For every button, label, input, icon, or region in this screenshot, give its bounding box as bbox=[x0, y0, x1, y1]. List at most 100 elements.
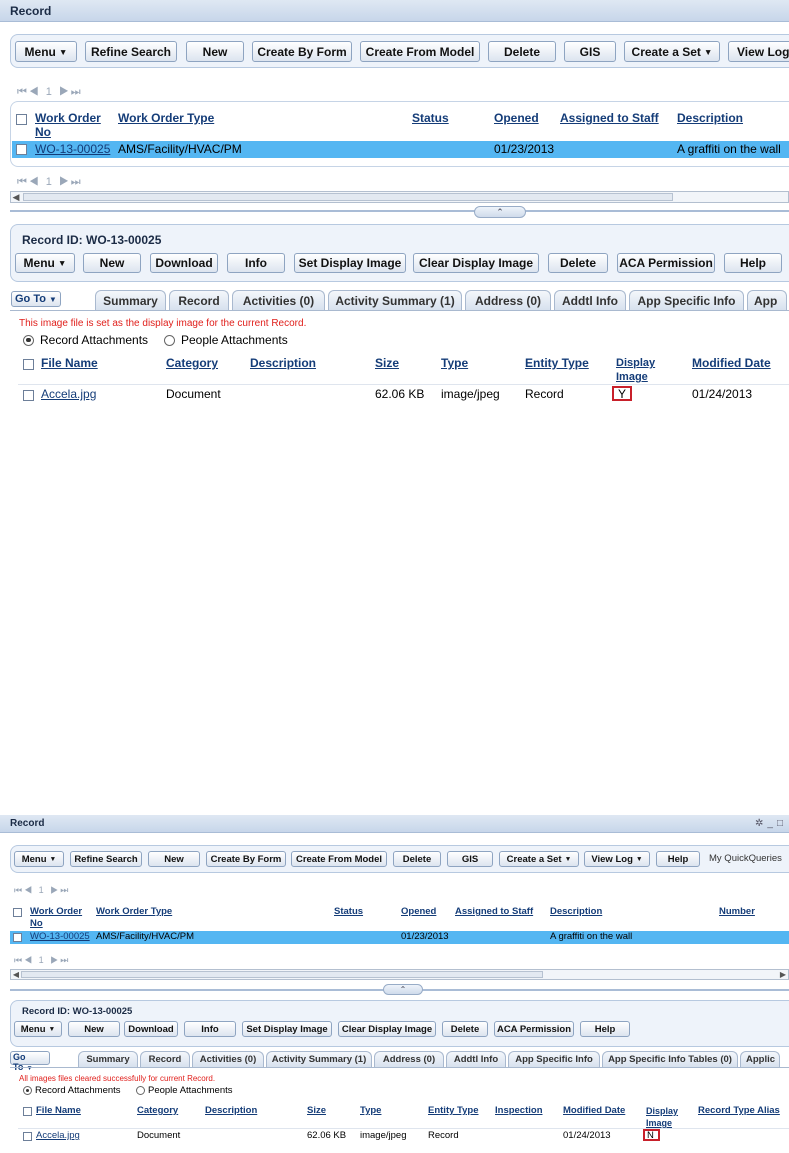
col-description[interactable]: Description bbox=[250, 356, 316, 370]
download-button[interactable]: Download bbox=[124, 1021, 178, 1037]
col-status[interactable]: Status bbox=[334, 906, 363, 917]
first-page-icon[interactable]: ⏮ bbox=[17, 176, 29, 188]
tab-address[interactable]: Address (0) bbox=[374, 1051, 444, 1067]
col-description[interactable]: Description bbox=[550, 906, 602, 917]
tab-activity-summary[interactable]: Activity Summary (1) bbox=[328, 290, 462, 310]
prev-page-icon[interactable]: ◀ bbox=[24, 955, 34, 965]
create-a-set-button[interactable]: Create a Set ▼ bbox=[499, 851, 579, 867]
col-status[interactable]: Status bbox=[412, 111, 449, 125]
create-from-model-button[interactable]: Create From Model bbox=[360, 41, 480, 62]
next-page-icon[interactable]: ▶ bbox=[59, 86, 71, 98]
col-category[interactable]: Category bbox=[166, 356, 218, 370]
new-button[interactable]: New bbox=[83, 253, 141, 273]
col-entity-type[interactable]: Entity Type bbox=[428, 1105, 479, 1116]
scroll-right-icon[interactable]: ▶ bbox=[778, 970, 788, 979]
tab-activities[interactable]: Activities (0) bbox=[232, 290, 325, 310]
tab-record[interactable]: Record bbox=[169, 290, 229, 310]
delete-button[interactable]: Delete bbox=[442, 1021, 488, 1037]
last-page-icon[interactable]: ⏭ bbox=[60, 955, 70, 965]
col-work-order-type[interactable]: Work Order Type bbox=[118, 111, 214, 125]
menu-button[interactable]: Menu ▼ bbox=[15, 253, 75, 273]
col-type[interactable]: Type bbox=[360, 1105, 381, 1116]
menu-button[interactable]: Menu ▼ bbox=[14, 1021, 62, 1037]
delete-button[interactable]: Delete bbox=[548, 253, 608, 273]
aca-permission-button[interactable]: ACA Permission bbox=[617, 253, 715, 273]
tab-record[interactable]: Record bbox=[140, 1051, 190, 1067]
row-checkbox[interactable] bbox=[23, 390, 34, 401]
delete-button[interactable]: Delete bbox=[393, 851, 441, 867]
row-checkbox[interactable] bbox=[23, 1132, 32, 1141]
next-page-icon[interactable]: ▶ bbox=[59, 176, 71, 188]
my-quickqueries-label[interactable]: My QuickQueries bbox=[709, 853, 782, 869]
col-work-order-no[interactable]: Work Order No bbox=[35, 111, 105, 139]
col-size[interactable]: Size bbox=[307, 1105, 326, 1116]
col-type[interactable]: Type bbox=[441, 356, 468, 370]
tab-app-specific-info[interactable]: App Specific Info bbox=[629, 290, 744, 310]
row-checkbox[interactable] bbox=[16, 144, 27, 155]
menu-button[interactable]: Menu ▼ bbox=[15, 41, 77, 62]
scroll-left-icon[interactable]: ◀ bbox=[11, 192, 21, 202]
radio-selected-icon[interactable] bbox=[23, 334, 34, 346]
col-assigned-to-staff[interactable]: Assigned to Staff bbox=[560, 111, 659, 125]
refine-search-button[interactable]: Refine Search bbox=[70, 851, 142, 867]
next-page-icon[interactable]: ▶ bbox=[50, 885, 60, 895]
help-button[interactable]: Help bbox=[656, 851, 700, 867]
file-name-link[interactable]: Accela.jpg bbox=[41, 387, 96, 401]
record-attachments-radio[interactable]: Record Attachments bbox=[23, 1085, 121, 1096]
scroll-left-icon[interactable]: ◀ bbox=[11, 970, 21, 979]
gis-button[interactable]: GIS bbox=[564, 41, 616, 62]
scroll-thumb[interactable] bbox=[23, 193, 673, 201]
tab-app-specific-info-tables[interactable]: App Specific Info Tables (0) bbox=[602, 1051, 738, 1067]
work-order-link[interactable]: WO-13-00025 bbox=[30, 931, 90, 942]
clear-display-image-button[interactable]: Clear Display Image bbox=[338, 1021, 436, 1037]
col-file-name[interactable]: File Name bbox=[41, 356, 98, 370]
col-assigned-to-staff[interactable]: Assigned to Staff bbox=[455, 906, 533, 917]
create-a-set-button[interactable]: Create a Set ▼ bbox=[624, 41, 720, 62]
new-button[interactable]: New bbox=[148, 851, 200, 867]
info-button[interactable]: Info bbox=[227, 253, 285, 273]
first-page-icon[interactable]: ⏮ bbox=[17, 86, 29, 98]
col-inspection[interactable]: Inspection bbox=[495, 1105, 543, 1116]
prev-page-icon[interactable]: ◀ bbox=[29, 86, 41, 98]
collapse-toggle-icon[interactable]: ⌃ bbox=[474, 206, 526, 218]
maximize-icon[interactable]: □ bbox=[777, 818, 787, 829]
prev-page-icon[interactable]: ◀ bbox=[24, 885, 34, 895]
help-button[interactable]: Help bbox=[724, 253, 782, 273]
record-attachments-radio[interactable]: Record Attachments bbox=[23, 333, 148, 347]
select-all-attachments-checkbox[interactable] bbox=[23, 359, 34, 370]
col-modified-date[interactable]: Modified Date bbox=[563, 1105, 625, 1116]
view-log-button[interactable]: View Log ▼ bbox=[584, 851, 650, 867]
create-by-form-button[interactable]: Create By Form bbox=[206, 851, 286, 867]
collapse-toggle-icon[interactable]: ⌃ bbox=[383, 984, 423, 995]
set-display-image-button[interactable]: Set Display Image bbox=[242, 1021, 332, 1037]
col-display-image[interactable]: Display Image bbox=[616, 356, 660, 384]
last-page-icon[interactable]: ⏭ bbox=[60, 885, 70, 895]
col-record-type-alias[interactable]: Record Type Alias bbox=[698, 1105, 780, 1116]
col-description[interactable]: Description bbox=[677, 111, 743, 125]
clear-display-image-button[interactable]: Clear Display Image bbox=[413, 253, 539, 273]
tab-activity-summary[interactable]: Activity Summary (1) bbox=[266, 1051, 372, 1067]
work-order-link[interactable]: WO-13-00025 bbox=[35, 142, 110, 156]
create-by-form-button[interactable]: Create By Form bbox=[252, 41, 352, 62]
first-page-icon[interactable]: ⏮ bbox=[14, 885, 24, 895]
go-to-dropdown[interactable]: Go To ▼ bbox=[10, 1051, 50, 1072]
view-log-button[interactable]: View Log bbox=[728, 41, 789, 62]
set-display-image-button[interactable]: Set Display Image bbox=[294, 253, 406, 273]
delete-button[interactable]: Delete bbox=[488, 41, 556, 62]
people-attachments-radio[interactable]: People Attachments bbox=[164, 333, 288, 347]
people-attachments-radio[interactable]: People Attachments bbox=[136, 1085, 233, 1096]
col-display-image[interactable]: Display Image bbox=[646, 1105, 684, 1129]
col-size[interactable]: Size bbox=[375, 356, 399, 370]
first-page-icon[interactable]: ⏮ bbox=[14, 955, 24, 965]
new-button[interactable]: New bbox=[68, 1021, 120, 1037]
help-button[interactable]: Help bbox=[580, 1021, 630, 1037]
col-number[interactable]: Number bbox=[719, 906, 755, 917]
info-button[interactable]: Info bbox=[184, 1021, 236, 1037]
create-from-model-button[interactable]: Create From Model bbox=[291, 851, 387, 867]
col-opened[interactable]: Opened bbox=[401, 906, 436, 917]
next-page-icon[interactable]: ▶ bbox=[50, 955, 60, 965]
gis-button[interactable]: GIS bbox=[447, 851, 493, 867]
scroll-thumb[interactable] bbox=[21, 971, 543, 978]
menu-button[interactable]: Menu ▼ bbox=[14, 851, 64, 867]
select-all-checkbox[interactable] bbox=[16, 114, 27, 125]
